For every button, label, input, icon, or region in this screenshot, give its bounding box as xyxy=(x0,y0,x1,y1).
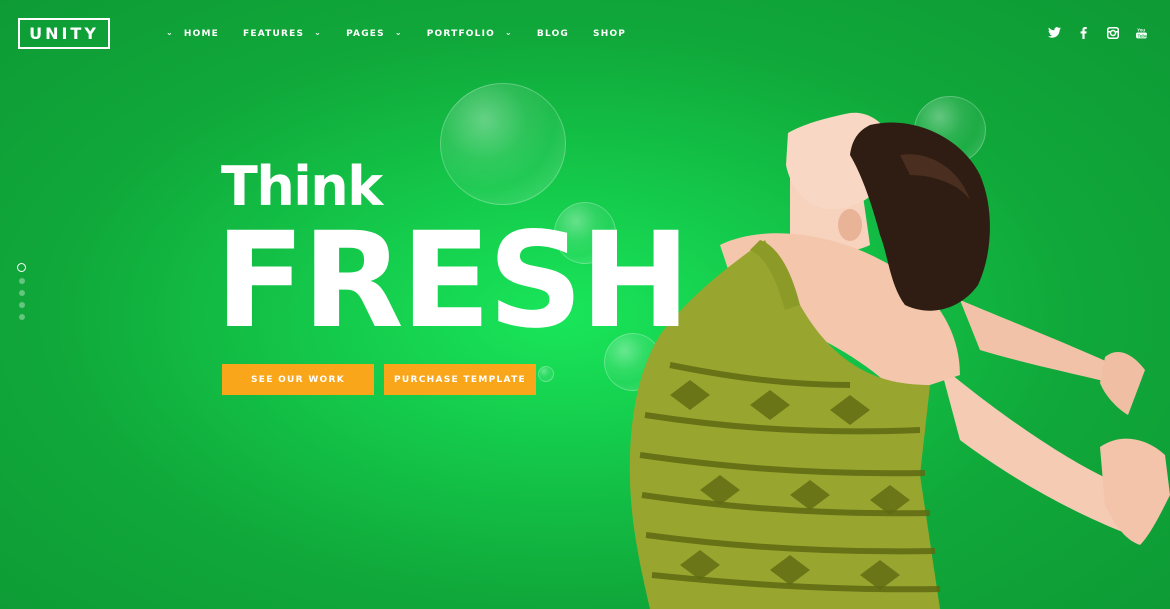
youtube-icon[interactable]: You Tube xyxy=(1135,26,1148,39)
nav-item-label: PAGES xyxy=(346,29,385,39)
facebook-icon[interactable] xyxy=(1077,26,1090,39)
chevron-down-icon: ⌄ xyxy=(314,28,323,37)
slider-dot[interactable] xyxy=(18,302,25,308)
bubble-decoration xyxy=(440,83,566,205)
nav-item-blog[interactable]: BLOG xyxy=(537,29,569,39)
slider-dot[interactable] xyxy=(18,290,25,296)
chevron-down-icon: ⌄ xyxy=(166,28,174,37)
nav-item-label: HOME xyxy=(183,29,219,39)
nav-item-portfolio[interactable]: PORTFOLIO ⌄ xyxy=(426,28,513,40)
nav-item-label: BLOG xyxy=(536,29,570,39)
chevron-down-icon: ⌄ xyxy=(505,28,513,37)
slider-dot[interactable] xyxy=(18,314,25,320)
instagram-icon[interactable] xyxy=(1106,26,1119,39)
nav-item-label: FEATURES xyxy=(243,29,305,39)
bubble-decoration xyxy=(538,366,554,382)
see-our-work-button[interactable]: SEE OUR WORK xyxy=(222,364,374,395)
social-links: You Tube xyxy=(1048,26,1148,39)
slider-pagination xyxy=(17,263,26,320)
nav-item-pages[interactable]: PAGES ⌄ xyxy=(346,28,403,40)
site-logo[interactable]: UNITY xyxy=(18,18,110,49)
main-nav: ⌄ HOME FEATURES ⌄ PAGES ⌄ PORTFOLIO ⌄ BL… xyxy=(166,27,650,41)
slider-dot[interactable] xyxy=(18,278,25,284)
nav-item-label: SHOP xyxy=(593,29,627,39)
nav-item-shop[interactable]: SHOP xyxy=(593,29,626,39)
twitter-icon[interactable] xyxy=(1048,26,1061,39)
nav-item-features[interactable]: FEATURES ⌄ xyxy=(243,28,323,40)
svg-text:Tube: Tube xyxy=(1137,33,1148,38)
svg-text:You: You xyxy=(1137,27,1145,32)
purchase-template-button[interactable]: PURCHASE TEMPLATE xyxy=(384,364,536,395)
nav-item-home[interactable]: ⌄ HOME xyxy=(166,28,219,40)
chevron-down-icon: ⌄ xyxy=(394,28,403,37)
nav-item-label: PORTFOLIO xyxy=(426,29,495,39)
hero-title-line2: FRESH xyxy=(215,204,691,358)
slider-dot[interactable] xyxy=(17,263,26,272)
